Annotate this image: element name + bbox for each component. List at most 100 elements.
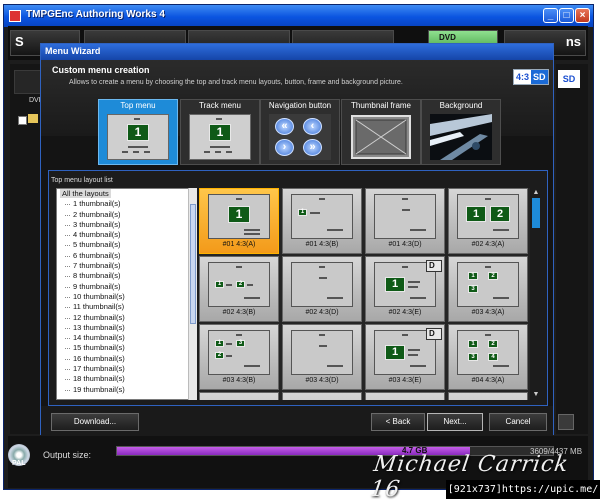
layout-thumbnail[interactable]: 1 2 #02 4:3(B) xyxy=(199,256,279,322)
layout-thumbnail[interactable]: 1 #01 4:3(A) xyxy=(199,188,279,254)
category-tab-track-menu[interactable]: Track menu 1 xyxy=(180,99,260,165)
layout-grid: 1 #01 4:3(A) 1 #01 4:3(B) #01 4:3(D) 1 2 #02 4:… xyxy=(199,188,530,400)
layout-thumbnail[interactable] xyxy=(448,392,528,400)
thumbnail-tile: 2 xyxy=(488,272,498,280)
thumbnail-tile: 1 xyxy=(385,277,405,292)
category-tab-label: Track menu xyxy=(199,101,241,110)
thumbnail-tile: 4 xyxy=(488,353,498,361)
placeholder-text-line xyxy=(226,355,232,357)
placeholder-text-line xyxy=(485,266,491,268)
download-button[interactable]: Download... xyxy=(51,413,139,431)
layout-thumbnail[interactable]: 1 2 3 4 #04 4:3(A) xyxy=(448,324,528,390)
placeholder-text-line xyxy=(244,365,260,367)
placeholder-text-line xyxy=(402,334,408,336)
thumbnail-tile: 1 xyxy=(466,206,486,222)
layout-label: #02 4:3(A) xyxy=(471,241,505,248)
tree-item[interactable]: 6 thumbnail(s) xyxy=(57,251,195,261)
tree-item[interactable]: 2 thumbnail(s) xyxy=(57,210,195,220)
tree-connector xyxy=(65,338,70,340)
tree-item[interactable]: 17 thumbnail(s) xyxy=(57,364,195,374)
category-tab-frame[interactable]: Thumbnail frame xyxy=(341,99,421,165)
scroll-down-arrow-icon[interactable]: ▼ xyxy=(531,390,541,400)
thumbnail-tile: 2 xyxy=(490,206,510,222)
minimize-button[interactable]: _ xyxy=(543,8,558,23)
layout-list-caption: Top menu layout list xyxy=(51,177,113,184)
layout-thumbnail[interactable]: #02 4:3(D) xyxy=(282,256,362,322)
layout-label: #02 4:3(D) xyxy=(305,309,339,316)
thumbnail-tile: 1 xyxy=(468,340,478,348)
layout-thumbnail[interactable] xyxy=(282,392,362,400)
placeholder-text-line xyxy=(319,266,325,268)
placeholder-text-line xyxy=(244,297,260,299)
tree-item-label: 5 thumbnail(s) xyxy=(73,240,121,250)
tree-item-label: 18 thumbnail(s) xyxy=(73,374,125,384)
tree-scrollbar[interactable] xyxy=(188,188,197,400)
grid-scrollbar-thumb[interactable] xyxy=(532,198,540,228)
layout-category-tree[interactable]: All the layouts 1 thumbnail(s) 2 thumbnail… xyxy=(56,188,196,400)
placeholder-text-line xyxy=(247,284,253,286)
layout-thumbnail[interactable]: 1 2 #02 4:3(A) xyxy=(448,188,528,254)
tree-item-label: 11 thumbnail(s) xyxy=(73,302,125,312)
layout-thumbnail[interactable]: #03 4:3(D) xyxy=(282,324,362,390)
layout-thumbnail[interactable]: 1 D #02 4:3(E) xyxy=(365,256,445,322)
placeholder-text-line xyxy=(493,297,509,299)
tree-item[interactable]: 7 thumbnail(s) xyxy=(57,261,195,271)
nav-arrow-icon: › xyxy=(275,139,294,156)
layout-label: #02 4:3(B) xyxy=(222,309,256,316)
category-tab-nav-buttons[interactable]: Navigation button « ‹ › » xyxy=(260,99,340,165)
tree-item[interactable]: 8 thumbnail(s) xyxy=(57,271,195,281)
output-size-label: Output size: xyxy=(43,450,92,460)
tree-scrollbar-thumb[interactable] xyxy=(190,204,196,324)
tree-item[interactable]: 5 thumbnail(s) xyxy=(57,240,195,250)
tree-expand-icon[interactable] xyxy=(18,116,27,125)
layout-thumbnail[interactable]: 1 3 2 #03 4:3(B) xyxy=(199,324,279,390)
tree-item[interactable]: 14 thumbnail(s) xyxy=(57,333,195,343)
scroll-up-arrow-icon[interactable]: ▲ xyxy=(531,188,541,198)
tree-item[interactable]: 10 thumbnail(s) xyxy=(57,292,195,302)
category-tab-label: Thumbnail frame xyxy=(350,101,412,110)
maximize-button[interactable]: □ xyxy=(559,8,574,23)
right-panel-icon[interactable] xyxy=(558,414,574,430)
tree-item[interactable]: 1 thumbnail(s) xyxy=(57,199,195,209)
app-title-bar[interactable]: TMPGEnc Authoring Works 4 _ □ × xyxy=(4,5,593,27)
layout-thumbnail[interactable]: #01 4:3(D) xyxy=(365,188,445,254)
tree-item[interactable]: 12 thumbnail(s) xyxy=(57,313,195,323)
placeholder-text-line xyxy=(319,334,325,336)
back-button[interactable]: < Back xyxy=(371,413,425,431)
tree-item-label: 12 thumbnail(s) xyxy=(73,312,125,322)
layout-thumbnail[interactable]: 1 D #03 4:3(E) xyxy=(365,324,445,390)
tree-item-label: 7 thumbnail(s) xyxy=(73,261,121,271)
tree-item-all-layouts[interactable]: All the layouts xyxy=(57,189,195,199)
layout-label: #03 4:3(E) xyxy=(388,377,422,384)
category-tab-label: Background xyxy=(439,101,483,110)
tree-item[interactable]: 3 thumbnail(s) xyxy=(57,220,195,230)
tree-item[interactable]: 9 thumbnail(s) xyxy=(57,282,195,292)
tree-item[interactable]: 15 thumbnail(s) xyxy=(57,343,195,353)
tree-item[interactable]: 4 thumbnail(s) xyxy=(57,230,195,240)
category-tab-background[interactable]: Background xyxy=(421,99,501,165)
layout-preview: 1 xyxy=(291,194,353,239)
tree-item[interactable]: 11 thumbnail(s) xyxy=(57,302,195,312)
layout-preview: 12 xyxy=(457,194,519,239)
tree-connector xyxy=(65,286,70,288)
thumbnail-tile: 1 xyxy=(228,206,250,223)
layout-thumbnail[interactable] xyxy=(199,392,279,400)
tree-connector xyxy=(65,214,70,216)
layout-preview xyxy=(291,330,353,375)
dialog-title: Menu Wizard xyxy=(45,46,101,56)
tree-item[interactable]: 16 thumbnail(s) xyxy=(57,354,195,364)
next-button[interactable]: Next... xyxy=(427,413,483,431)
layout-thumbnail[interactable]: 1 #01 4:3(B) xyxy=(282,188,362,254)
category-tab-top-menu[interactable]: Top menu 1 xyxy=(98,99,178,165)
layout-thumbnail[interactable]: 1 2 3 #03 4:3(A) xyxy=(448,256,528,322)
placeholder-text-line xyxy=(485,198,491,200)
layout-thumbnail[interactable] xyxy=(365,392,445,400)
tree-item[interactable]: 13 thumbnail(s) xyxy=(57,323,195,333)
thumbnail-tile: 2 xyxy=(236,281,245,288)
close-button[interactable]: × xyxy=(575,8,590,23)
tree-item[interactable]: 18 thumbnail(s) xyxy=(57,374,195,384)
cancel-button[interactable]: Cancel xyxy=(489,413,547,431)
dialog-title-bar[interactable]: Menu Wizard xyxy=(41,44,553,60)
tree-connector xyxy=(65,266,70,268)
tree-item[interactable]: 19 thumbnail(s) xyxy=(57,385,195,395)
